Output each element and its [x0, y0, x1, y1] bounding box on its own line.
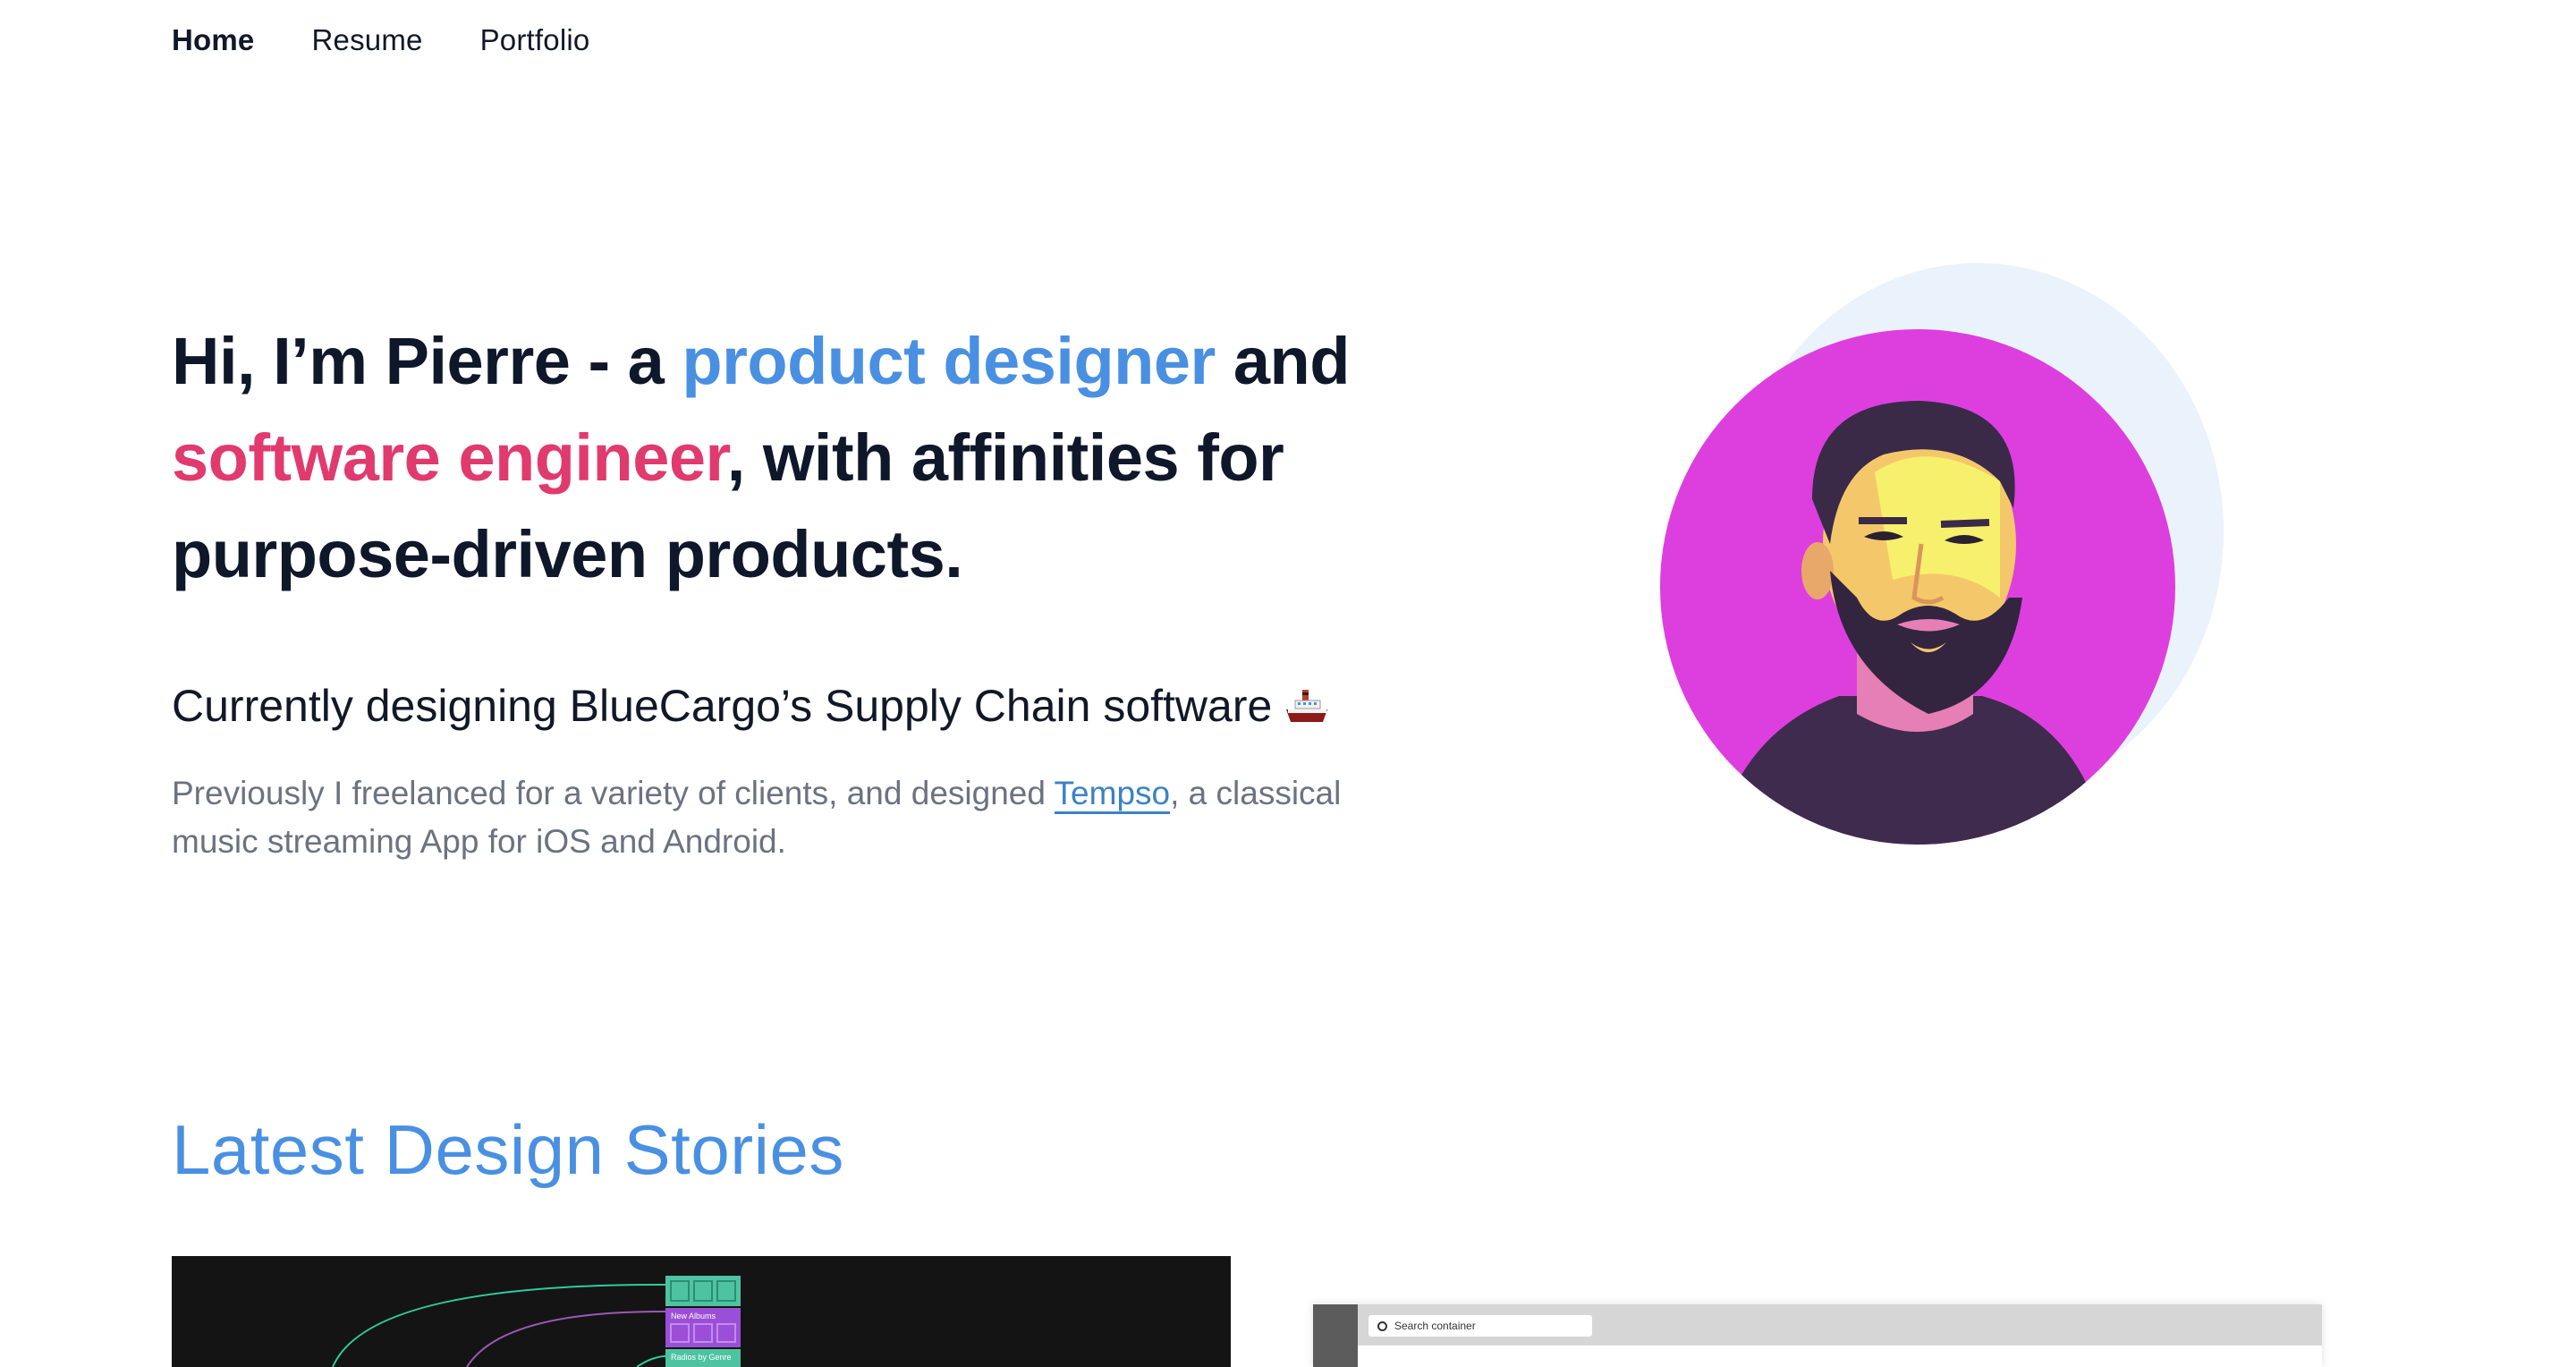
latest-design-stories-title: Latest Design Stories: [172, 1110, 844, 1189]
card2-content: [1358, 1346, 2322, 1367]
hero-text-part1: Hi, I’m Pierre - a: [172, 324, 682, 398]
hero-highlight-product-designer: product designer: [682, 324, 1216, 398]
nav-portfolio-link[interactable]: Portfolio: [480, 23, 590, 57]
hero-highlight-software-engineer: software engineer: [172, 420, 727, 495]
current-role-text: Currently designing BlueCargo’s Supply C…: [172, 681, 1273, 731]
card1-label-new-albums: New Albums: [671, 1312, 716, 1320]
card1-label-radios: Radios by Genre: [671, 1353, 732, 1362]
story-card-2[interactable]: Search container: [1313, 1304, 2322, 1367]
description-text-before: Previously I freelanced for a variety of…: [172, 775, 1055, 811]
hero-text-part2: and: [1215, 324, 1351, 398]
current-role: Currently designing BlueCargo’s Supply C…: [172, 680, 1329, 732]
hero-section: Hi, I’m Pierre - a product designer and s…: [172, 313, 1388, 603]
card2-search-placeholder: Search container: [1394, 1320, 1476, 1332]
main-nav: Home Resume Portfolio: [172, 23, 589, 57]
story-card-1[interactable]: New Albums Radios by Genre: [172, 1256, 1231, 1367]
story-card-1-preview: New Albums Radios by Genre: [332, 1276, 741, 1367]
portrait-illustration: [1714, 401, 2107, 845]
avatar-container: [1660, 263, 2233, 845]
avatar: [1660, 329, 2175, 845]
ship-icon: [1284, 686, 1329, 726]
tempso-link[interactable]: Tempso: [1054, 775, 1171, 814]
hero-heading: Hi, I’m Pierre - a product designer and s…: [172, 313, 1388, 603]
card2-sidebar: [1313, 1304, 1358, 1367]
intro-description: Previously I freelanced for a variety of…: [172, 769, 1370, 866]
nav-home-link[interactable]: Home: [172, 23, 255, 57]
card2-search-field: Search container: [1368, 1315, 1592, 1337]
nav-resume-link[interactable]: Resume: [312, 23, 423, 57]
search-icon: [1377, 1320, 1387, 1331]
